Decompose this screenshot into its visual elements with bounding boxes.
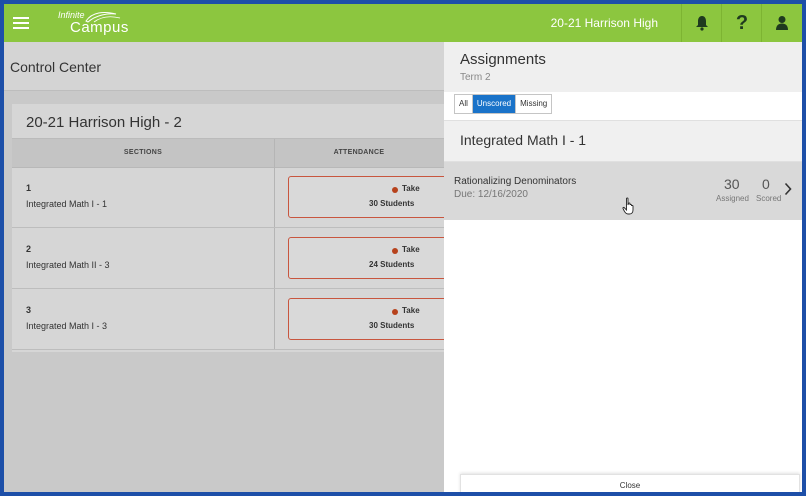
row-divider xyxy=(274,289,275,349)
assignment-due-date: Due: 12/16/2020 xyxy=(454,189,528,200)
assigned-label: Assigned xyxy=(716,194,749,203)
user-icon[interactable] xyxy=(761,4,802,42)
table-row: 3 Integrated Math I - 3 Take 30 Students xyxy=(12,289,450,350)
section-name: Integrated Math I - 3 xyxy=(26,321,108,331)
table-header: SECTIONS ATTENDANCE xyxy=(12,138,444,168)
assignment-row[interactable]: Rationalizing Denominators Due: 12/16/20… xyxy=(444,162,802,220)
take-attendance-button[interactable]: Take 30 Students xyxy=(288,298,450,340)
logo: Infinite Campus xyxy=(58,10,129,36)
logo-swoosh-icon xyxy=(85,12,121,23)
close-button[interactable]: Close xyxy=(461,475,799,492)
filter-unscored[interactable]: Unscored xyxy=(472,95,517,113)
filter-toggle-group: All Unscored Missing xyxy=(454,94,553,114)
student-count: 30 Students xyxy=(369,321,415,330)
school-card: 20-21 Harrison High - 2 SECTIONS ATTENDA… xyxy=(12,104,450,352)
student-count: 24 Students xyxy=(369,260,415,269)
term-label: Term 2 xyxy=(460,72,491,83)
column-header-sections: SECTIONS xyxy=(12,139,275,167)
filter-all[interactable]: All xyxy=(455,95,473,113)
row-divider xyxy=(274,228,275,288)
school-selector[interactable]: 20-21 Harrison High xyxy=(537,4,672,42)
section-name: Integrated Math I - 1 xyxy=(26,199,108,209)
section-name: Integrated Math II - 3 xyxy=(26,260,110,270)
status-dot-icon xyxy=(392,187,398,193)
course-header: Integrated Math I - 1 xyxy=(444,120,802,162)
course-title: Integrated Math I - 1 xyxy=(460,132,587,148)
section-number: 3 xyxy=(26,305,32,315)
section-number: 1 xyxy=(26,183,32,193)
app-window: Infinite Campus 20-21 Harrison High ? Co… xyxy=(4,4,802,492)
column-header-attendance: ATTENDANCE xyxy=(333,149,385,156)
take-label: Take xyxy=(402,306,420,315)
take-label: Take xyxy=(402,184,420,193)
status-dot-icon xyxy=(392,309,398,315)
filter-missing[interactable]: Missing xyxy=(516,95,551,113)
control-center-header: Control Center xyxy=(4,42,444,91)
card-title: 20-21 Harrison High - 2 xyxy=(26,114,182,131)
chevron-right-icon xyxy=(784,182,792,196)
assignments-header: Assignments Term 2 xyxy=(444,42,802,92)
take-attendance-button[interactable]: Take 24 Students xyxy=(288,237,450,279)
help-icon[interactable]: ? xyxy=(721,4,762,42)
assignments-panel: Assignments Term 2 All Unscored Missing … xyxy=(444,42,802,492)
row-divider xyxy=(274,167,275,227)
student-count: 30 Students xyxy=(369,199,415,208)
assignment-name: Rationalizing Denominators xyxy=(454,176,577,187)
table-row: 1 Integrated Math I - 1 Take 30 Students xyxy=(12,167,450,228)
status-dot-icon xyxy=(392,248,398,254)
top-bar: Infinite Campus 20-21 Harrison High ? xyxy=(4,4,802,42)
bell-icon[interactable] xyxy=(681,4,722,42)
section-number: 2 xyxy=(26,244,32,254)
hand-cursor-icon xyxy=(622,197,634,215)
take-label: Take xyxy=(402,245,420,254)
scored-label: Scored xyxy=(756,194,782,203)
assigned-count: 30 xyxy=(724,176,740,192)
menu-icon[interactable] xyxy=(4,4,38,42)
scored-count: 0 xyxy=(762,176,770,192)
table-row: 2 Integrated Math II - 3 Take 24 Student… xyxy=(12,228,450,289)
page-title: Control Center xyxy=(10,59,102,75)
close-bar: Close xyxy=(460,474,800,492)
take-attendance-button[interactable]: Take 30 Students xyxy=(288,176,450,218)
panel-title: Assignments xyxy=(460,51,546,68)
control-center-panel: Control Center 20-21 Harrison High - 2 S… xyxy=(4,42,450,492)
